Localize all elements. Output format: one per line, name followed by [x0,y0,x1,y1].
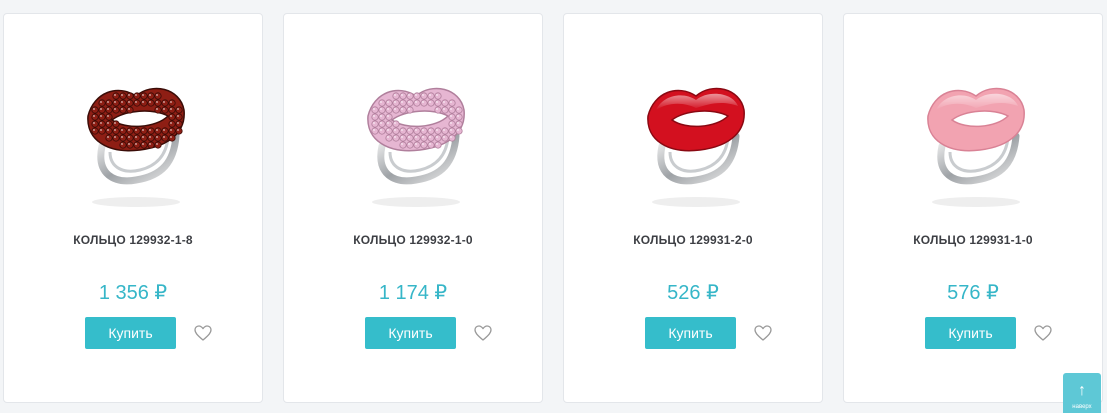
product-card: КОЛЬЦО 129932-1-0 1 174 ₽ Купить [283,13,543,403]
ring-illustration [367,87,465,207]
product-card: КОЛЬЦО 129931-2-0 526 ₽ Купить [563,13,823,403]
buy-button[interactable]: Купить [365,317,456,349]
ring-illustration [647,87,745,207]
product-image[interactable] [604,34,784,214]
heart-icon[interactable] [473,323,493,343]
product-price: 1 174 ₽ [378,282,448,304]
product-image[interactable] [44,34,224,214]
heart-icon[interactable] [1033,323,1053,343]
ring-illustration [927,87,1025,207]
product-price: 576 ₽ [947,282,999,304]
arrow-up-icon: ↑ [1078,382,1086,399]
scroll-to-top-label: наверх [1072,404,1092,410]
product-card: КОЛЬЦО 129932-1-8 1 356 ₽ Купить [3,13,263,403]
buy-button[interactable]: Купить [925,317,1016,349]
product-price: 1 356 ₽ [98,282,168,304]
heart-icon[interactable] [193,323,213,343]
heart-icon[interactable] [753,323,773,343]
product-title[interactable]: КОЛЬЦО 129931-2-0 [564,233,822,247]
product-image[interactable] [884,34,1064,214]
product-title[interactable]: КОЛЬЦО 129932-1-8 [4,233,262,247]
product-title[interactable]: КОЛЬЦО 129931-1-0 [844,233,1102,247]
product-title[interactable]: КОЛЬЦО 129932-1-0 [284,233,542,247]
buy-button[interactable]: Купить [85,317,176,349]
product-image[interactable] [324,34,504,214]
buy-button[interactable]: Купить [645,317,736,349]
ring-illustration [87,87,185,207]
scroll-to-top-button[interactable]: ↑ наверх [1063,373,1101,413]
product-price: 526 ₽ [667,282,719,304]
product-grid: КОЛЬЦО 129932-1-8 1 356 ₽ Купить КОЛЬЦО … [0,0,1107,413]
product-card: КОЛЬЦО 129931-1-0 576 ₽ Купить [843,13,1103,403]
